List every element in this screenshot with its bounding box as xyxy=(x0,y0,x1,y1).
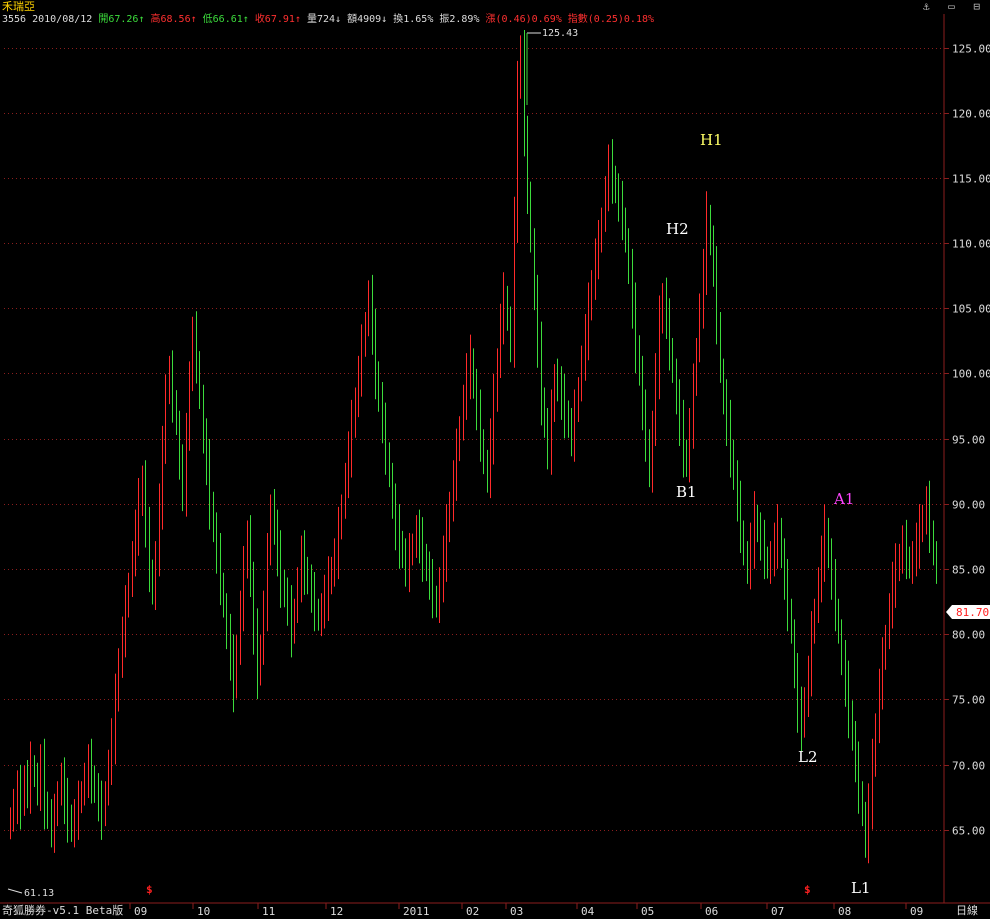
y-tick-label: 115.00 xyxy=(952,173,990,186)
x-tick-label: 11 xyxy=(262,905,275,918)
x-tick-label: 02 xyxy=(466,905,479,918)
chart-extras: 125.43 61.13 81.70 $ $ xyxy=(7,28,990,899)
y-tick-label: 85.00 xyxy=(952,564,985,577)
y-axis-labels: 125.00 120.00 115.00 110.00 105.00 100.00 95.0… xyxy=(952,43,990,838)
annotation-l2: L2 xyxy=(798,748,818,766)
y-tick-label: 95.00 xyxy=(952,434,985,447)
x-tick-label: 12 xyxy=(330,905,343,918)
annotation-b1: B1 xyxy=(676,483,697,501)
min-label: 61.13 xyxy=(24,888,54,899)
grid-lines xyxy=(0,14,990,904)
chart-annotations: H1 H2 B1 A1 L2 L1 xyxy=(666,131,871,897)
annotation-a1: A1 xyxy=(833,490,854,508)
current-price-label: 81.70 xyxy=(956,606,989,619)
y-tick-label: 70.00 xyxy=(952,760,985,773)
period-button[interactable]: 日線 xyxy=(956,904,978,918)
app-label: 奇狐勝券-v5.1 Beta版 xyxy=(2,904,124,917)
max-label: 125.43 xyxy=(542,28,578,39)
x-tick-label: 03 xyxy=(510,905,523,918)
ohlc-bars xyxy=(10,29,937,864)
y-tick-label: 100.00 xyxy=(952,368,990,381)
y-tick-label: 110.00 xyxy=(952,238,990,251)
y-tick-label: 120.00 xyxy=(952,108,990,121)
y-tick-label: 90.00 xyxy=(952,499,985,512)
x-tick-label: 09 xyxy=(910,905,923,918)
y-tick-label: 65.00 xyxy=(952,825,985,838)
y-tick-label: 105.00 xyxy=(952,303,990,316)
x-tick-label: 2011 xyxy=(403,905,430,918)
min-label-line xyxy=(7,888,23,894)
annotation-h2: H2 xyxy=(666,220,689,238)
x-tick-label: 08 xyxy=(838,905,851,918)
x-tick-label: 10 xyxy=(197,905,210,918)
price-chart[interactable]: 125.00 120.00 115.00 110.00 105.00 100.00 95.0… xyxy=(0,0,990,919)
annotation-h1: H1 xyxy=(700,131,723,149)
signal-marker: $ xyxy=(804,883,811,896)
y-tick-label: 75.00 xyxy=(952,694,985,707)
y-tick-label: 80.00 xyxy=(952,629,985,642)
annotation-l1: L1 xyxy=(851,879,871,897)
x-tick-label: 06 xyxy=(705,905,718,918)
x-axis-labels: 09 10 11 12 2011 02 03 04 05 06 07 08 09 xyxy=(129,903,923,918)
x-tick-label: 05 xyxy=(641,905,654,918)
x-tick-label: 04 xyxy=(581,905,595,918)
x-tick-label: 07 xyxy=(771,905,784,918)
x-tick-label: 09 xyxy=(134,905,147,918)
y-tick-label: 125.00 xyxy=(952,43,990,56)
signal-marker: $ xyxy=(146,883,153,896)
